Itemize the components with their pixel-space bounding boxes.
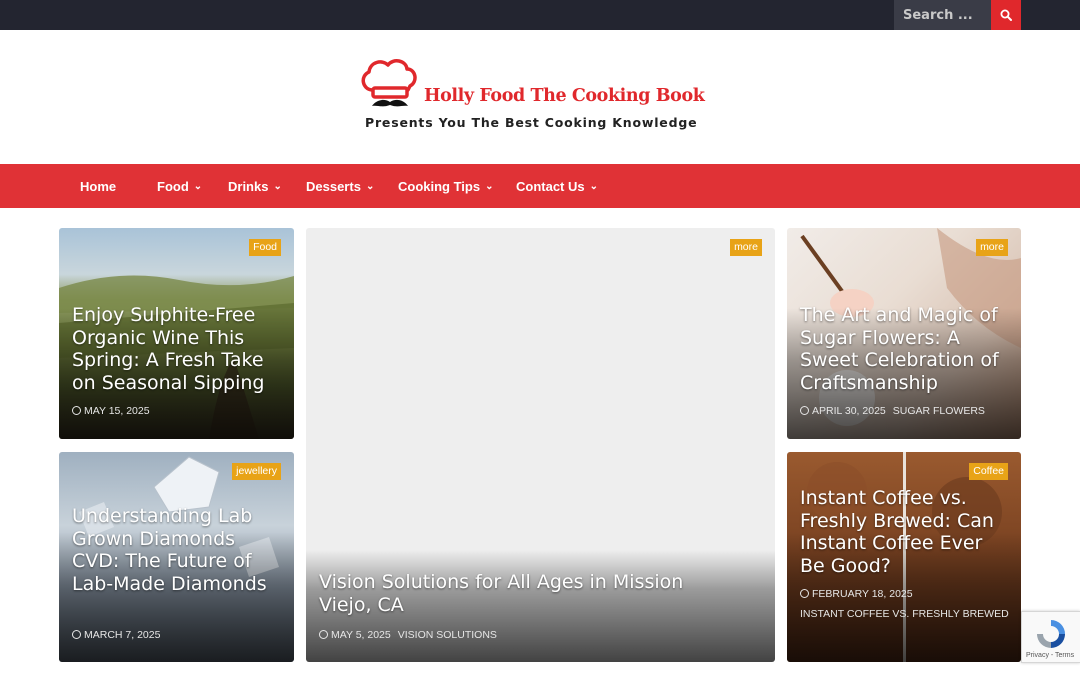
article-date: APRIL 30, 2025: [812, 405, 886, 417]
nav-item-contact-us[interactable]: Contact Us ⌄: [516, 164, 598, 208]
clock-icon: [800, 406, 809, 415]
nav-item-label: Desserts: [306, 178, 361, 194]
article-date: MAY 5, 2025: [331, 629, 391, 641]
article-category[interactable]: VISION SOLUTIONS: [398, 629, 497, 641]
nav-item-label: Contact Us: [516, 178, 585, 194]
clock-icon: [72, 406, 81, 415]
article-title[interactable]: Instant Coffee vs. Freshly Brewed: Can I…: [800, 487, 1009, 577]
article-meta: APRIL 30, 2025 SUGAR FLOWERS: [800, 401, 1011, 421]
nav-item-label: Drinks: [228, 178, 269, 194]
chevron-down-icon: ⌄: [365, 180, 375, 192]
category-badge[interactable]: more: [976, 239, 1008, 256]
article-title[interactable]: Vision Solutions for All Ages in Mission…: [319, 571, 735, 616]
article-card-featured[interactable]: more Vision Solutions for All Ages in Mi…: [306, 228, 775, 662]
article-date: MARCH 7, 2025: [84, 629, 161, 641]
article-date: FEBRUARY 18, 2025: [812, 588, 913, 600]
category-badge[interactable]: Coffee: [969, 463, 1008, 480]
article-title[interactable]: Enjoy Sulphite-Free Organic Wine This Sp…: [72, 304, 282, 394]
site-logo[interactable]: Holly Food The Cooking Book Presents You…: [358, 54, 718, 134]
article-meta: MAY 15, 2025: [72, 401, 284, 421]
chevron-down-icon: ⌄: [273, 180, 282, 192]
clock-icon: [319, 630, 328, 639]
category-badge[interactable]: jewellery: [232, 463, 281, 480]
search-button[interactable]: [991, 0, 1021, 30]
nav-item-home[interactable]: Home: [80, 164, 116, 208]
chef-hat-mustache-icon: [361, 59, 417, 107]
chevron-down-icon: ⌄: [589, 180, 599, 192]
chevron-down-icon: ⌄: [485, 180, 494, 192]
article-category[interactable]: SUGAR FLOWERS: [893, 405, 985, 417]
clock-icon: [800, 589, 809, 598]
nav-item-cooking-tips[interactable]: Cooking Tips ⌄: [398, 164, 494, 208]
article-category[interactable]: INSTANT COFFEE VS. FRESHLY BREWED: [800, 608, 1009, 620]
nav-item-drinks[interactable]: Drinks ⌄: [228, 164, 282, 208]
recaptcha-icon: [1037, 620, 1065, 648]
main-nav: Home Food ⌄ Drinks ⌄ Desserts ⌄ Cooking …: [0, 164, 1080, 208]
nav-item-label: Home: [80, 178, 117, 194]
logo-title: Holly Food The Cooking Book: [424, 86, 705, 106]
nav-item-label: Cooking Tips: [398, 178, 481, 194]
article-card-sugar-flowers[interactable]: more The Art and Magic of Sugar Flowers:…: [787, 228, 1021, 439]
search-input[interactable]: [894, 0, 991, 30]
chevron-down-icon: ⌄: [193, 180, 203, 192]
nav-item-label: Food: [157, 178, 189, 194]
site-header: Holly Food The Cooking Book Presents You…: [0, 30, 1080, 164]
category-badge[interactable]: more: [730, 239, 762, 256]
clock-icon: [72, 630, 81, 639]
article-card-diamonds[interactable]: jewellery Understanding Lab Grown Diamon…: [59, 452, 294, 662]
article-title[interactable]: The Art and Magic of Sugar Flowers: A Sw…: [800, 304, 1009, 394]
nav-item-desserts[interactable]: Desserts ⌄: [306, 164, 374, 208]
article-title[interactable]: Understanding Lab Grown Diamonds CVD: Th…: [72, 505, 282, 595]
category-badge[interactable]: Food: [249, 239, 281, 256]
article-meta: MARCH 7, 2025: [72, 625, 284, 645]
article-date: MAY 15, 2025: [84, 405, 150, 417]
nav-item-food[interactable]: Food ⌄: [157, 164, 202, 208]
article-card-wine[interactable]: Food Enjoy Sulphite-Free Organic Wine Th…: [59, 228, 294, 439]
article-meta: FEBRUARY 18, 2025 INSTANT COFFEE VS. FRES…: [800, 584, 1011, 624]
recaptcha-badge[interactable]: Privacy - Terms: [1021, 611, 1080, 663]
search-icon: [1000, 9, 1012, 21]
logo-tagline: Presents You The Best Cooking Knowledge: [365, 115, 698, 130]
article-meta: MAY 5, 2025 VISION SOLUTIONS: [319, 625, 765, 645]
article-card-coffee[interactable]: Coffee Instant Coffee vs. Freshly Brewed…: [787, 452, 1021, 662]
recaptcha-links[interactable]: Privacy - Terms: [1026, 652, 1074, 659]
